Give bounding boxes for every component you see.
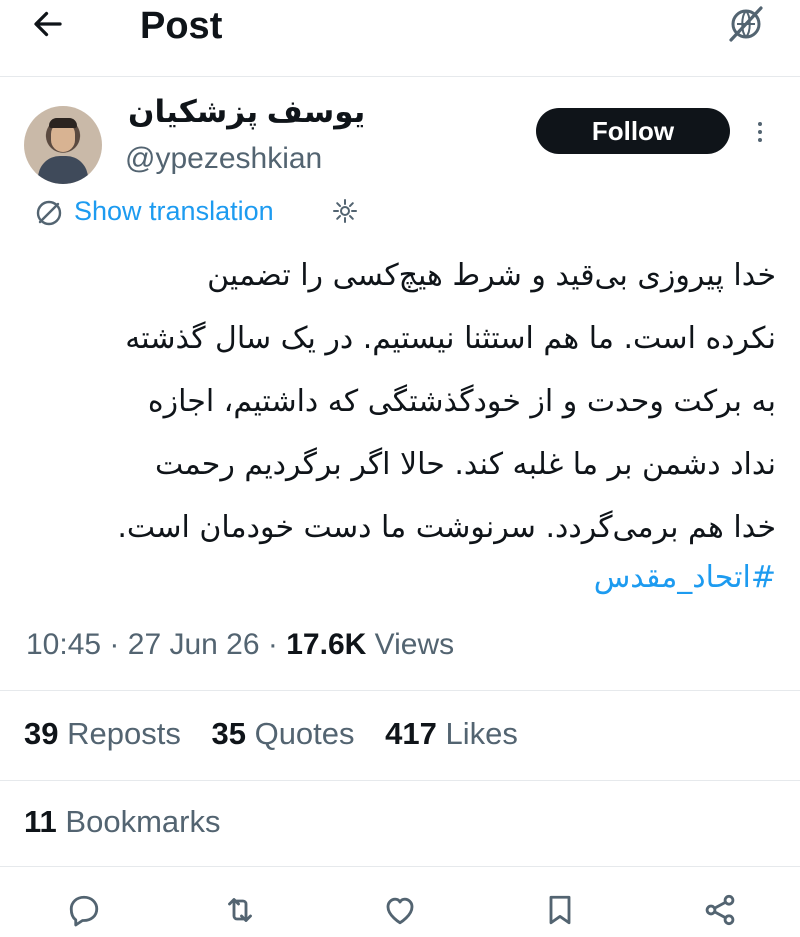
reposts-count: 39 [24,716,59,751]
avatar[interactable] [24,106,102,184]
translate-toggle-button[interactable] [722,2,770,46]
avatar-suit [38,156,88,184]
translate-icon [36,200,62,226]
more-options-button[interactable] [752,118,768,150]
action-bar [0,882,800,936]
like-icon [386,897,414,925]
divider [0,866,800,867]
post-text: خدا پیروزی بی‌قید و شرط هیچ‌کسی را تضمین… [26,244,776,559]
divider [0,690,800,691]
reply-button[interactable] [62,888,106,932]
no-translate-icon [729,6,763,42]
quotes-label: Quotes [254,716,355,751]
repost-icon [228,898,252,922]
bookmarks-stat[interactable]: 11 Bookmarks [24,804,220,840]
gear-icon[interactable] [332,198,358,224]
follow-button[interactable]: Follow [536,108,730,154]
author-name[interactable]: یوسف پزشکیان [128,94,365,130]
share-icon [705,894,735,926]
meta-separator: · [267,628,278,661]
top-bar: Post [0,0,800,77]
repost-button[interactable] [218,888,262,932]
bookmark-icon [549,895,571,925]
post-text-line: نداد دشمن بر ما غلبه کند. حالا اگر برگرد… [155,447,776,482]
more-dot-icon [758,122,762,126]
avatar-hair [49,118,77,128]
bookmarks-label: Bookmarks [65,804,221,839]
share-button[interactable] [698,888,742,932]
likes-count: 417 [385,716,437,751]
meta-separator: · [109,628,120,661]
reposts-label: Reposts [67,716,181,751]
post-text-line: خدا پیروزی بی‌قید و شرط هیچ‌کسی را تضمین [207,258,776,293]
post-text-line: نکرده است. ما هم استثنا نیستیم. در یک سا… [125,321,776,356]
likes-stat[interactable]: 417 Likes [385,716,518,751]
quotes-count: 35 [211,716,246,751]
quotes-stat[interactable]: 35 Quotes [211,716,363,751]
reposts-stat[interactable]: 39 Reposts [24,716,189,751]
bookmarks-count: 11 [24,804,57,839]
author-handle[interactable]: @ypezeshkian [125,142,322,176]
divider [0,780,800,781]
engagement-stats: 39 Reposts 35 Quotes 417 Likes [24,716,540,752]
show-translation-link[interactable]: Show translation [74,196,274,227]
more-dot-icon [758,138,762,142]
views-label: Views [374,628,455,661]
like-button[interactable] [378,888,422,932]
bookmark-button[interactable] [538,888,582,932]
post-author-header: یوسف پزشکیان @ypezeshkian Follow [0,76,800,206]
post-meta: 10:45 · 27 Jun 26 · 17.6K Views [26,628,454,662]
reply-icon [69,895,99,927]
hashtag-link[interactable]: #اتحاد_مقدس [500,560,776,595]
post-date[interactable]: 27 Jun 26 [128,628,260,661]
more-dot-icon [758,130,762,134]
arrow-left-icon [34,11,62,37]
post-text-line: به برکت وحدت و از خودگذشتگی که داشتیم، ا… [147,384,776,419]
views-count: 17.6K [286,628,367,661]
post-text-line: خدا هم برمی‌گردد. سرنوشت ما دست خودمان ا… [117,510,776,545]
post-time[interactable]: 10:45 [26,628,101,661]
page-title: Post [140,5,223,47]
back-button[interactable] [30,6,80,46]
likes-label: Likes [445,716,518,751]
